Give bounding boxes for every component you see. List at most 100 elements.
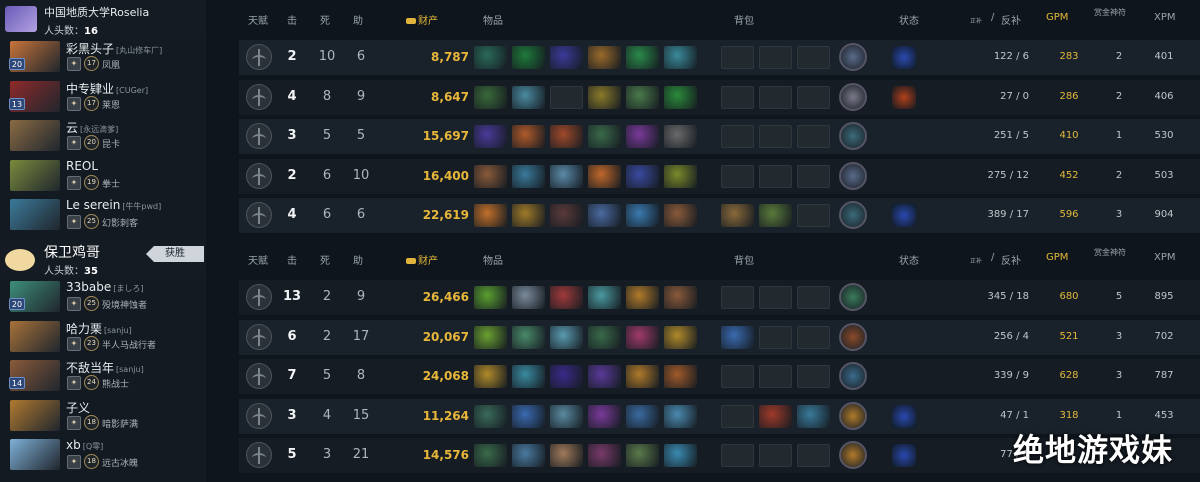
item-icon[interactable] <box>512 286 545 309</box>
item-icon[interactable] <box>626 46 659 69</box>
item-icon[interactable] <box>588 46 621 69</box>
neutral-item-icon[interactable] <box>839 43 867 71</box>
item-icon[interactable] <box>550 286 583 309</box>
backpack-item-icon[interactable] <box>721 325 754 349</box>
player-row[interactable]: 子义 ✦ 18 暗影萨满 <box>0 397 206 436</box>
item-icon[interactable] <box>664 85 697 109</box>
item-icon[interactable] <box>474 164 507 188</box>
talent-tree-icon[interactable] <box>246 123 272 149</box>
backpack-item-icon[interactable] <box>759 204 792 227</box>
item-icon[interactable] <box>474 286 507 309</box>
item-icon[interactable] <box>626 365 659 388</box>
item-icon[interactable] <box>550 46 583 69</box>
item-icon[interactable] <box>474 46 507 69</box>
buff-status-icon[interactable] <box>892 444 916 467</box>
item-icon[interactable] <box>626 204 659 227</box>
item-icon[interactable] <box>626 125 659 148</box>
talent-tree-icon[interactable] <box>246 202 272 228</box>
item-icon[interactable] <box>550 404 583 428</box>
item-icon[interactable] <box>550 125 583 148</box>
item-icon[interactable] <box>626 85 659 109</box>
neutral-item-icon[interactable] <box>839 283 867 311</box>
hero-portrait[interactable] <box>10 439 60 470</box>
player-row[interactable]: xb [Q零] ✦ 18 远古冰魄 <box>0 436 206 475</box>
item-icon[interactable] <box>474 365 507 388</box>
item-icon[interactable] <box>474 444 507 467</box>
talent-tree-icon[interactable] <box>246 442 272 468</box>
talent-tree-icon[interactable] <box>246 323 272 350</box>
item-icon[interactable] <box>550 204 583 227</box>
player-name[interactable]: xb [Q零] <box>66 438 103 452</box>
player-name[interactable]: 哈力栗 [sanju] <box>66 320 132 337</box>
item-icon[interactable] <box>512 444 545 467</box>
item-icon[interactable] <box>626 444 659 467</box>
player-name[interactable]: 云 [永远滴爹] <box>66 119 118 136</box>
hero-portrait[interactable] <box>10 199 60 230</box>
backpack-item-icon[interactable] <box>797 404 830 428</box>
player-name[interactable]: 不敌当年 [sanju] <box>66 359 144 376</box>
item-icon[interactable] <box>664 164 697 188</box>
player-row[interactable]: 20 33babe [ましろ] ✦ 25 殁境神蚀者 <box>0 278 206 317</box>
item-icon[interactable] <box>512 125 545 148</box>
neutral-item-icon[interactable] <box>839 401 867 430</box>
player-row[interactable]: 云 [永远滴爹] ✦ 20 昆卡 <box>0 117 206 156</box>
item-icon[interactable] <box>664 286 697 309</box>
item-icon[interactable] <box>550 164 583 188</box>
neutral-item-icon[interactable] <box>839 161 867 190</box>
item-icon[interactable] <box>626 286 659 309</box>
item-icon[interactable] <box>474 85 507 109</box>
talent-tree-icon[interactable] <box>246 284 272 310</box>
player-row[interactable]: Le serein [牛牛pwd] ✦ 25 幻影刺客 <box>0 196 206 235</box>
talent-tree-icon[interactable] <box>246 83 272 110</box>
item-icon[interactable] <box>588 365 621 388</box>
player-row[interactable]: 20 彩黑头子 [丸山修车厂] ✦ 17 凤凰 <box>0 38 206 77</box>
buff-status-icon[interactable] <box>892 404 916 428</box>
buff-status-icon[interactable] <box>892 204 916 227</box>
talent-tree-icon[interactable] <box>246 44 272 70</box>
neutral-item-icon[interactable] <box>839 122 867 150</box>
talent-tree-icon[interactable] <box>246 402 272 429</box>
buff-status-icon[interactable] <box>892 85 916 109</box>
item-icon[interactable] <box>512 164 545 188</box>
item-icon[interactable] <box>664 125 697 148</box>
item-icon[interactable] <box>588 164 621 188</box>
item-icon[interactable] <box>512 204 545 227</box>
item-icon[interactable] <box>588 204 621 227</box>
player-name[interactable]: 中专肄业 [CUGer] <box>66 80 148 97</box>
neutral-item-icon[interactable] <box>839 201 867 229</box>
player-name[interactable]: Le serein [牛牛pwd] <box>66 198 161 212</box>
item-icon[interactable] <box>588 286 621 309</box>
hero-portrait[interactable] <box>10 159 60 191</box>
item-icon[interactable] <box>664 365 697 388</box>
item-icon[interactable] <box>512 85 545 109</box>
backpack-item-icon[interactable] <box>721 204 754 227</box>
hero-portrait[interactable] <box>10 399 60 431</box>
talent-tree-icon[interactable] <box>246 363 272 389</box>
neutral-item-icon[interactable] <box>839 441 867 469</box>
neutral-item-icon[interactable] <box>839 362 867 390</box>
neutral-item-icon[interactable] <box>839 82 867 111</box>
item-icon[interactable] <box>474 125 507 148</box>
player-name[interactable]: REOL <box>66 159 100 173</box>
talent-tree-icon[interactable] <box>246 162 272 189</box>
backpack-item-icon[interactable] <box>759 404 792 428</box>
item-icon[interactable] <box>474 325 507 349</box>
item-icon[interactable] <box>626 325 659 349</box>
item-icon[interactable] <box>626 404 659 428</box>
item-icon[interactable] <box>474 404 507 428</box>
player-name[interactable]: 33babe [ましろ] <box>66 280 144 294</box>
item-icon[interactable] <box>512 404 545 428</box>
item-icon[interactable] <box>664 404 697 428</box>
item-icon[interactable] <box>588 325 621 349</box>
item-icon[interactable] <box>664 325 697 349</box>
item-icon[interactable] <box>550 365 583 388</box>
hero-portrait[interactable] <box>10 120 60 151</box>
neutral-item-icon[interactable] <box>839 322 867 351</box>
item-icon[interactable] <box>474 204 507 227</box>
buff-status-icon[interactable] <box>892 46 916 69</box>
item-icon[interactable] <box>664 444 697 467</box>
item-icon[interactable] <box>664 204 697 227</box>
item-icon[interactable] <box>512 46 545 69</box>
item-icon[interactable] <box>664 46 697 69</box>
item-icon[interactable] <box>588 404 621 428</box>
